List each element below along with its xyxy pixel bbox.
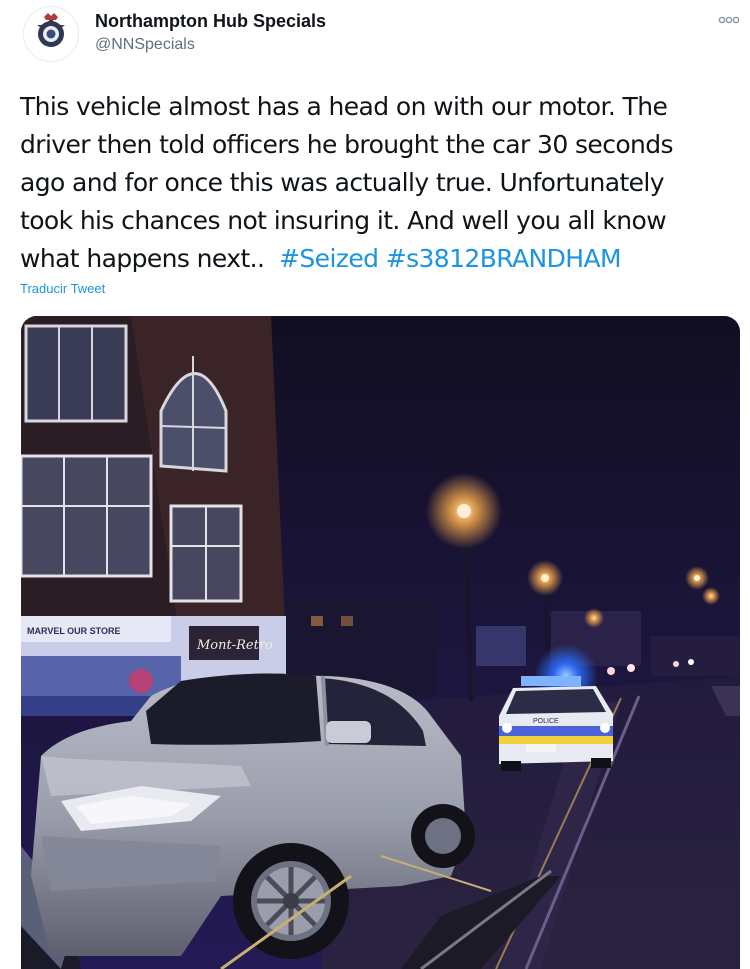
tweet-text-line: ago and for once this was actually true.… bbox=[20, 168, 665, 197]
shop-sign-left: MARVEL OUR STORE bbox=[27, 626, 121, 636]
author-name[interactable]: Northampton Hub Specials bbox=[95, 11, 326, 32]
night-street-scene: MARVEL OUR STORE Mont-Retro POLICE bbox=[21, 316, 740, 969]
tweet-text-last: what happens next.. bbox=[20, 244, 265, 273]
tweet-text-line: This vehicle almost has a head on with o… bbox=[20, 92, 668, 121]
more-options-icon[interactable] bbox=[716, 10, 742, 30]
tweet-header: Northampton Hub Specials @NNSpecials bbox=[0, 0, 750, 80]
author-handle[interactable]: @NNSpecials bbox=[95, 36, 195, 54]
tweet-text-line: what happens next.. #Seized #s3812BRANDH… bbox=[20, 240, 735, 278]
translate-tweet-link[interactable]: Traducir Tweet bbox=[20, 281, 105, 296]
shop-sign-right: Mont-Retro bbox=[196, 638, 273, 653]
police-car-label: POLICE bbox=[533, 718, 559, 725]
tweet-text-line: driver then told officers he brought the… bbox=[20, 130, 674, 159]
police-badge-icon[interactable] bbox=[23, 6, 79, 62]
hashtag-brandham[interactable]: #s3812BRANDHAM bbox=[386, 244, 622, 273]
tweet-photo[interactable]: MARVEL OUR STORE Mont-Retro POLICE bbox=[21, 316, 740, 969]
hashtag-seized[interactable]: #Seized bbox=[279, 244, 379, 273]
tweet-text-line: took his chances not insuring it. And we… bbox=[20, 206, 667, 235]
tweet-text: This vehicle almost has a head on with o… bbox=[20, 88, 735, 278]
